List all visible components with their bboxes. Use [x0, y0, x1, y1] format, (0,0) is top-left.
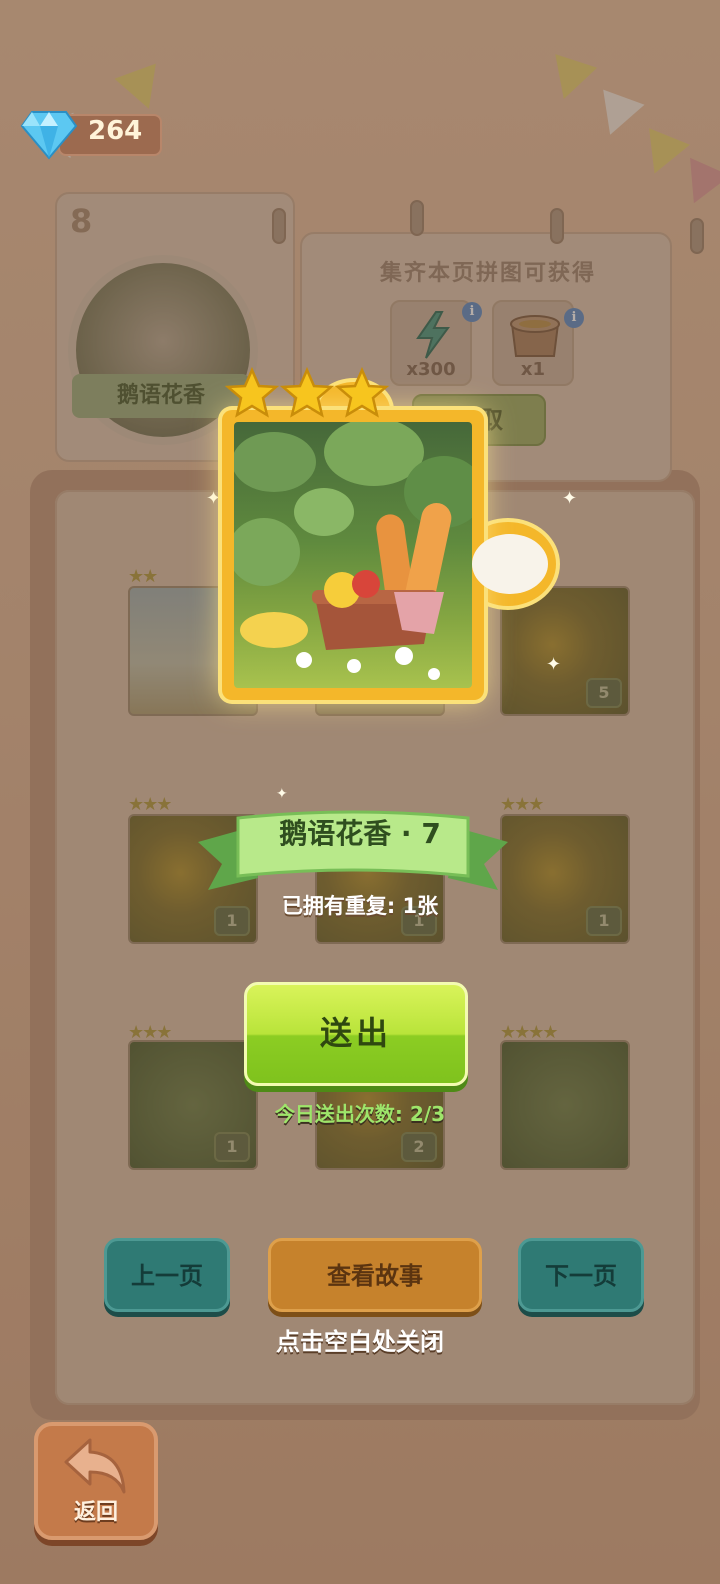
star-icon [334, 366, 390, 418]
sparkle-icon: ✦ [562, 488, 578, 509]
sparkle-icon: ✦ [546, 654, 562, 675]
back-label: 返回 [73, 1500, 118, 1525]
prev-page-button[interactable]: 上一页 [104, 1238, 230, 1312]
daily-send-count: 今日送出次数: 2/3 [274, 1102, 446, 1126]
owned-duplicates: 已拥有重复: 1张 [281, 894, 439, 918]
puzzle-piece-artwork [234, 422, 472, 688]
gem-count: 264 [88, 116, 143, 146]
sparkle-icon: ✦ [206, 488, 222, 509]
view-story-button[interactable]: 查看故事 [268, 1238, 482, 1312]
diamond-icon [20, 111, 78, 160]
star-icon [279, 366, 335, 418]
sparkle-icon: ✦ [276, 786, 288, 802]
goose-head-art [472, 534, 548, 594]
star-icon [224, 366, 280, 418]
next-page-button[interactable]: 下一页 [518, 1238, 644, 1312]
piece-title: 鹅语花香 · 7 [279, 817, 441, 850]
three-star-rating [224, 366, 390, 418]
send-button[interactable]: 送出 [244, 982, 468, 1086]
close-hint: 点击空白处关闭 [276, 1328, 444, 1356]
back-arrow-icon [64, 1438, 126, 1494]
picnic-basket-illustration [234, 422, 472, 680]
